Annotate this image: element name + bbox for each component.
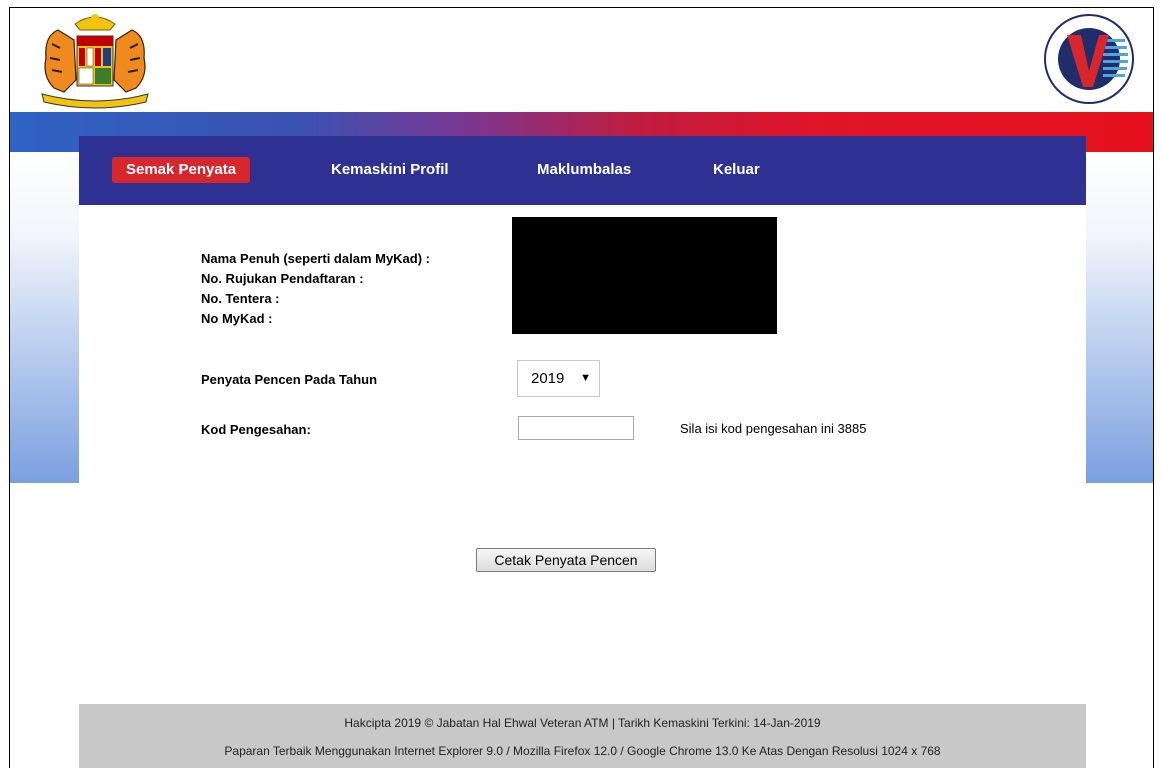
veteran-v-logo-icon bbox=[1044, 14, 1134, 104]
label-statement-year: Penyata Pencen Pada Tahun bbox=[201, 372, 378, 387]
year-select-value: 2019 bbox=[531, 370, 565, 387]
main-content: Nama Penuh (seperti dalam MyKad) : No. R… bbox=[79, 205, 1086, 765]
main-nav: Semak Penyata Kemaskini Profil Maklumbal… bbox=[79, 136, 1086, 205]
nav-item-maklumbalas[interactable]: Maklumbalas bbox=[537, 157, 631, 183]
chevron-down-icon: ▼ bbox=[580, 372, 591, 384]
footer-copyright: Hakcipta 2019 © Jabatan Hal Ehwal Vetera… bbox=[344, 716, 821, 730]
verification-code-hint: Sila isi kod pengesahan ini 3885 bbox=[680, 421, 867, 436]
nav-item-kemaskini-profil[interactable]: Kemaskini Profil bbox=[331, 157, 449, 183]
footer-browser-note: Paparan Terbaik Menggunakan Internet Exp… bbox=[224, 744, 941, 758]
nav-item-semak-penyata[interactable]: Semak Penyata bbox=[112, 157, 251, 183]
label-mykad-no: No MyKad : bbox=[201, 311, 273, 326]
side-gradient-left bbox=[10, 152, 79, 483]
page-footer: Hakcipta 2019 © Jabatan Hal Ehwal Vetera… bbox=[79, 704, 1086, 768]
side-gradient-right bbox=[1086, 152, 1153, 483]
verification-code-input[interactable] bbox=[518, 416, 634, 440]
redacted-personal-details bbox=[512, 217, 777, 334]
label-registration-ref: No. Rujukan Pendaftaran : bbox=[201, 271, 364, 286]
nav-item-keluar[interactable]: Keluar bbox=[713, 157, 760, 183]
year-select[interactable]: 2019 ▼ bbox=[517, 360, 600, 397]
label-military-no: No. Tentera : bbox=[201, 291, 280, 306]
print-statement-button[interactable]: Cetak Penyata Pencen bbox=[476, 548, 656, 572]
label-full-name: Nama Penuh (seperti dalam MyKad) : bbox=[201, 251, 430, 266]
browser-page: Semak Penyata Kemaskini Profil Maklumbal… bbox=[9, 7, 1154, 768]
malaysia-coat-of-arms-icon bbox=[41, 14, 149, 109]
page-header bbox=[10, 8, 1153, 112]
label-verification-code: Kod Pengesahan: bbox=[201, 422, 311, 437]
